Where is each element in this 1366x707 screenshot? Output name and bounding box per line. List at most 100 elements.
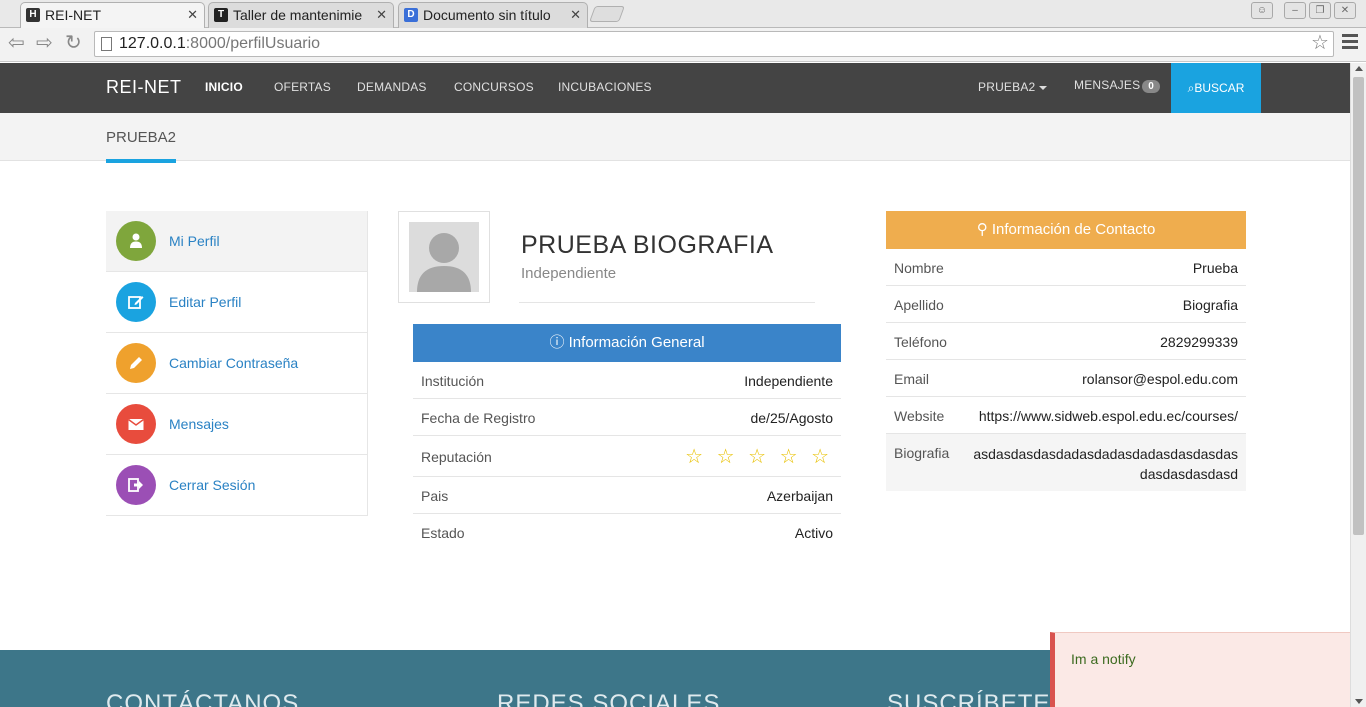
user-dropdown[interactable]: PRUEBA2	[978, 80, 1048, 94]
back-arrow-icon[interactable]: ⇦	[8, 32, 25, 54]
profile-name: PRUEBA BIOGRAFIA	[521, 231, 774, 259]
page-icon	[101, 37, 112, 51]
browser-tab-documento[interactable]: D Documento sin título ✕	[398, 2, 588, 28]
browser-menu-icon[interactable]	[1342, 34, 1358, 52]
edit-icon	[116, 282, 156, 322]
sidebar-item-label: Editar Perfil	[169, 294, 242, 310]
site-favicon-icon: T	[214, 8, 228, 22]
row-label: Apellido	[894, 297, 944, 313]
avatar	[409, 222, 479, 292]
footer-heading-contact: CONTÁCTANOS	[106, 690, 300, 707]
reload-icon[interactable]: ↻	[65, 32, 82, 54]
nav-link-demandas[interactable]: DEMANDAS	[357, 80, 427, 94]
url-host: 127.0.0.1	[119, 35, 186, 52]
table-row: Teléfono 2829299339	[886, 323, 1246, 360]
row-label: Teléfono	[894, 334, 947, 350]
contact-info-table: Nombre Prueba Apellido Biografia Teléfon…	[886, 249, 1246, 491]
general-info-table: Institución Independiente Fecha de Regis…	[413, 362, 841, 551]
sidebar-item-label: Mi Perfil	[169, 233, 220, 249]
search-button[interactable]: ⌕BUSCAR	[1171, 63, 1261, 113]
sidebar-item-cerrar-sesion[interactable]: Cerrar Sesión	[106, 455, 367, 516]
close-tab-icon[interactable]: ✕	[376, 3, 387, 27]
sub-navbar: PRUEBA2	[0, 113, 1350, 163]
close-tab-icon[interactable]: ✕	[570, 3, 581, 27]
bookmark-star-icon[interactable]: ☆	[1311, 32, 1329, 54]
nav-link-incubaciones[interactable]: INCUBACIONES	[558, 80, 652, 94]
nav-link-concursos[interactable]: CONCURSOS	[454, 80, 534, 94]
row-label: Institución	[421, 373, 485, 389]
url-bar[interactable]: 127.0.0.1:8000/perfilUsuario	[94, 31, 1334, 57]
pencil-icon	[116, 343, 156, 383]
sidebar-item-label: Cerrar Sesión	[169, 477, 256, 493]
browser-tab-taller[interactable]: T Taller de mantenimie ✕	[208, 2, 394, 28]
sidebar-item-cambiar-contrasena[interactable]: Cambiar Contraseña	[106, 333, 367, 394]
search-label: BUSCAR	[1194, 81, 1245, 95]
user-name: PRUEBA2	[978, 80, 1036, 94]
tab-title: Taller de mantenimie	[233, 7, 363, 23]
sidebar-item-label: Cambiar Contraseña	[169, 355, 299, 371]
general-info-title: Información General	[568, 334, 705, 351]
table-row: Website https://www.sidweb.espol.edu.ec/…	[886, 397, 1246, 434]
row-value: Prueba	[1192, 260, 1238, 276]
brand-logo[interactable]: REI-NET	[106, 77, 182, 98]
user-icon	[116, 221, 156, 261]
messages-label: MENSAJES	[1074, 78, 1141, 92]
table-row: Apellido Biografia	[886, 286, 1246, 323]
row-value: https://www.sidweb.espol.edu.ec/courses/	[978, 408, 1238, 424]
browser-toolbar: ⇦ ⇨ ↻ 127.0.0.1:8000/perfilUsuario ☆	[0, 28, 1366, 62]
close-tab-icon[interactable]: ✕	[187, 3, 198, 27]
sign-out-icon	[116, 465, 156, 505]
scroll-down-icon[interactable]	[1355, 699, 1363, 704]
sidebar-item-mensajes[interactable]: Mensajes	[106, 394, 367, 455]
forward-arrow-icon[interactable]: ⇨	[36, 32, 53, 54]
messages-link[interactable]: MENSAJES 0	[1074, 78, 1161, 93]
messages-count-badge: 0	[1142, 80, 1161, 93]
footer-heading-subscribe: SUSCRÍBETE	[887, 690, 1051, 707]
row-label: Reputación	[421, 449, 492, 465]
new-tab-button[interactable]	[589, 6, 625, 22]
nav-link-ofertas[interactable]: OFERTAS	[274, 80, 331, 94]
row-value: Activo	[794, 525, 833, 541]
tab-user[interactable]: PRUEBA2	[106, 129, 177, 163]
table-row: Biografia asdasdasdasdadasdadasdadasdasd…	[886, 434, 1246, 491]
caret-down-icon	[1039, 85, 1048, 90]
table-row: Pais Azerbaijan	[413, 477, 841, 514]
url-path: :8000/perfilUsuario	[185, 35, 321, 52]
row-value: rolansor@espol.edu.com	[1082, 371, 1238, 387]
contact-info-title: Información de Contacto	[991, 221, 1156, 238]
row-value: de/25/Agosto	[750, 410, 833, 426]
minimize-button[interactable]: –	[1284, 2, 1306, 19]
page-viewport: REI-NET INICIO OFERTAS DEMANDAS CONCURSO…	[0, 63, 1350, 707]
browser-tab-rei-net[interactable]: H REI-NET ✕	[20, 2, 205, 28]
table-row: Email rolansor@espol.edu.com	[886, 360, 1246, 397]
row-label: Nombre	[894, 260, 944, 276]
page-scrollbar[interactable]	[1350, 63, 1366, 707]
row-label: Email	[894, 371, 930, 387]
table-row: Estado Activo	[413, 514, 841, 551]
profile-icon[interactable]: ☺	[1251, 2, 1273, 19]
profile-role: Independiente	[521, 265, 617, 282]
row-value: Independiente	[744, 373, 833, 389]
sidebar-item-mi-perfil[interactable]: Mi Perfil	[106, 211, 367, 272]
site-favicon-icon: H	[26, 8, 40, 22]
close-window-button[interactable]: ✕	[1334, 2, 1356, 19]
divider	[519, 302, 815, 303]
map-marker-icon: ⚲	[976, 221, 988, 238]
row-label: Website	[894, 408, 945, 424]
envelope-icon	[116, 404, 156, 444]
browser-tab-bar: H REI-NET ✕ T Taller de mantenimie ✕ D D…	[0, 0, 1366, 28]
docs-favicon-icon: D	[404, 8, 418, 22]
nav-link-inicio[interactable]: INICIO	[205, 80, 243, 94]
scroll-up-icon[interactable]	[1355, 66, 1363, 71]
row-value: 2829299339	[1160, 334, 1238, 350]
notification-toast[interactable]: Im a notify	[1050, 632, 1350, 707]
general-info-header: ⓘ Información General	[413, 324, 841, 362]
scrollbar-thumb[interactable]	[1353, 77, 1364, 535]
row-label: Fecha de Registro	[421, 410, 536, 426]
avatar-frame	[398, 211, 490, 303]
table-row: Nombre Prueba	[886, 249, 1246, 286]
maximize-button[interactable]: ❐	[1309, 2, 1331, 19]
row-label: Estado	[421, 525, 465, 541]
sidebar-item-editar-perfil[interactable]: Editar Perfil	[106, 272, 367, 333]
row-value: asdasdasdasdadasdadasdadasdasdasdasdasda…	[973, 446, 1238, 482]
